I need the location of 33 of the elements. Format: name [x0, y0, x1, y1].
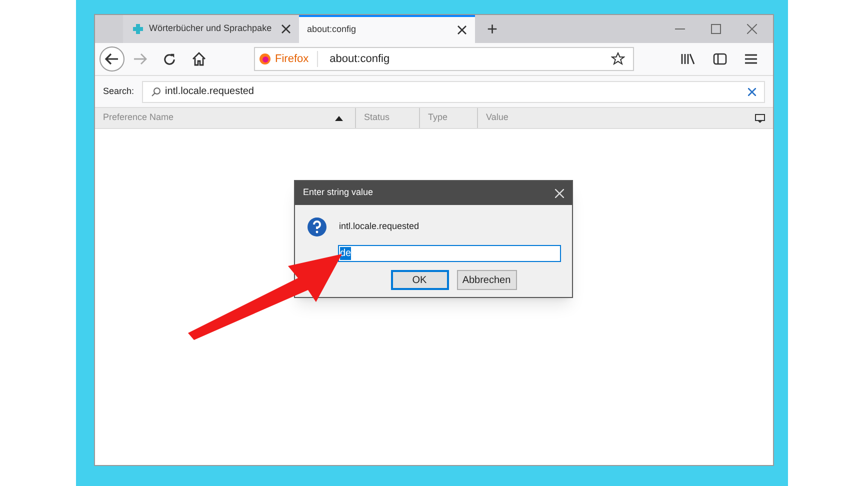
home-icon[interactable]: [192, 52, 206, 66]
new-tab-button[interactable]: +: [487, 20, 498, 38]
sort-ascending-icon: [335, 116, 343, 120]
clear-icon[interactable]: [748, 88, 756, 96]
tab-title: about:config: [307, 23, 358, 36]
browser-tab[interactable]: Wörterbücher und Sprachpake: [123, 15, 299, 43]
search-text: intl.locale.requested: [165, 85, 255, 99]
address-bar[interactable]: Firefox about:config: [254, 47, 634, 71]
dialog-button[interactable]: OK: [390, 270, 448, 290]
sidebar-icon[interactable]: [713, 53, 727, 65]
maximize-icon[interactable]: [711, 24, 721, 34]
close-icon[interactable]: [457, 25, 467, 35]
search-field[interactable]: intl.locale.requested: [142, 80, 765, 102]
column-picker-icon[interactable]: [755, 114, 765, 122]
star-icon[interactable]: [611, 52, 625, 66]
search-label: Search:: [103, 84, 134, 98]
value-field[interactable]: de: [338, 245, 561, 262]
dialog-button[interactable]: Abbrechen: [456, 270, 516, 290]
menu-icon[interactable]: [745, 54, 757, 64]
url-text: about:config: [328, 52, 391, 67]
puzzle-icon: [131, 22, 145, 36]
identity-label: Firefox: [275, 50, 318, 68]
dialog-title: Enter string value: [303, 186, 374, 200]
back-icon[interactable]: [99, 46, 125, 72]
search-icon: [151, 86, 162, 96]
browser-tab[interactable]: about:config: [299, 15, 475, 43]
dialog-prompt: intl.locale.requested: [339, 220, 420, 234]
question-icon: [307, 217, 327, 237]
reload-icon[interactable]: [163, 52, 176, 66]
close-icon[interactable]: [281, 24, 291, 34]
library-icon[interactable]: [681, 53, 695, 65]
tab-title: Wörterbücher und Sprachpake: [149, 22, 273, 36]
firefox-logo-icon: [259, 53, 271, 65]
